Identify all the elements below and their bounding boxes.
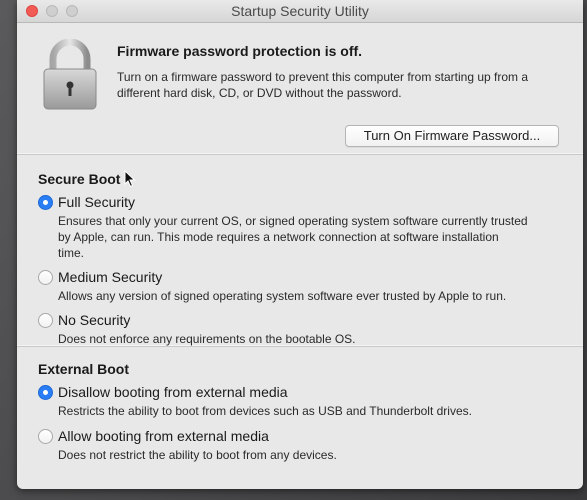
option-description: Restricts the ability to boot from devic… <box>58 404 472 418</box>
firmware-section: Firmware password protection is off. Tur… <box>17 23 583 153</box>
firmware-status-heading: Firmware password protection is off. <box>117 43 363 59</box>
allow-external-boot-option[interactable]: Allow booting from external media Does n… <box>38 427 583 463</box>
full-security-radio[interactable] <box>38 195 53 210</box>
lock-icon <box>43 39 97 110</box>
startup-security-window: Startup Security Utility Firmware passwo… <box>17 0 583 489</box>
medium-security-radio[interactable] <box>38 270 53 285</box>
window-title: Startup Security Utility <box>231 3 369 19</box>
option-description: Allows any version of signed operating s… <box>58 289 507 303</box>
option-label: Disallow booting from external media <box>58 384 288 400</box>
external-boot-section: External Boot Disallow booting from exte… <box>17 347 583 463</box>
option-label: Full Security <box>58 194 136 210</box>
external-boot-title: External Boot <box>38 361 130 377</box>
option-description: Ensures that only your current OS, or si… <box>58 214 528 260</box>
medium-security-option[interactable]: Medium Security Allows any version of si… <box>38 268 583 304</box>
disallow-external-boot-option[interactable]: Disallow booting from external media Res… <box>38 383 583 419</box>
option-description: Does not enforce any requirements on the… <box>58 332 356 346</box>
mouse-pointer-icon <box>124 170 136 188</box>
option-description: Does not restrict the ability to boot fr… <box>58 448 337 462</box>
title-bar: Startup Security Utility <box>17 0 583 23</box>
option-label: No Security <box>58 312 131 328</box>
disallow-external-boot-radio[interactable] <box>38 385 53 400</box>
turn-on-firmware-password-button[interactable]: Turn On Firmware Password... <box>345 125 559 147</box>
option-label: Medium Security <box>58 269 163 285</box>
secure-boot-section: Secure Boot Full Security Ensures that o… <box>17 155 583 347</box>
allow-external-boot-radio[interactable] <box>38 429 53 444</box>
firmware-description: Turn on a firmware password to prevent t… <box>117 70 529 100</box>
no-security-radio[interactable] <box>38 313 53 328</box>
option-label: Allow booting from external media <box>58 428 269 444</box>
no-security-option[interactable]: No Security Does not enforce any require… <box>38 311 583 347</box>
secure-boot-title: Secure Boot <box>38 171 121 187</box>
full-security-option[interactable]: Full Security Ensures that only your cur… <box>38 193 583 261</box>
